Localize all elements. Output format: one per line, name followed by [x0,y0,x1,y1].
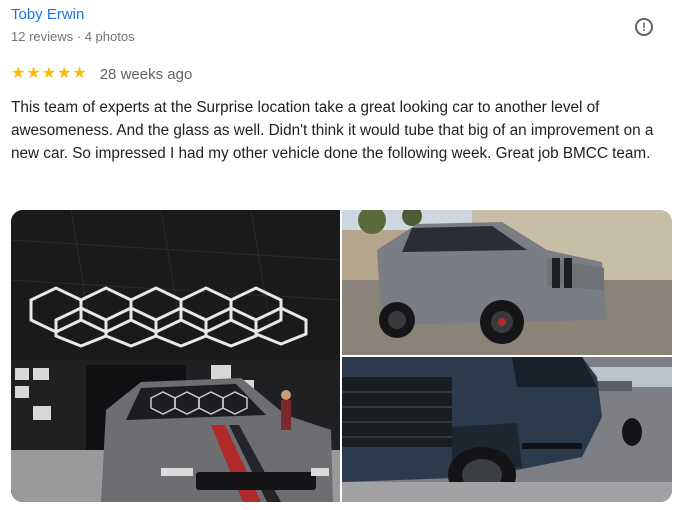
review-time: 28 weeks ago [99,65,193,83]
star-icon: ★ [41,65,57,82]
review-photo-1[interactable] [11,210,340,502]
rating-row: ★ ★ ★ ★ ★ 28 weeks ago [11,65,192,83]
flag-icon[interactable]: ! [635,18,653,36]
review-text: This team of experts at the Surprise loc… [11,99,654,162]
star-icon: ★ [72,65,87,82]
review-photo-3[interactable] [342,357,672,502]
author-meta: 12 reviews · 4 photos [11,29,135,44]
star-icon: ★ [57,65,72,82]
photo-grid [11,210,672,502]
star-icon: ★ [26,65,41,82]
author-name-link[interactable]: Toby Erwin [11,6,84,23]
review-card: Toby Erwin 12 reviews · 4 photos ! ★ ★ ★… [0,0,679,510]
star-rating: ★ ★ ★ ★ ★ [11,65,87,83]
star-icon: ★ [11,65,26,82]
review-photo-2[interactable] [342,210,672,355]
